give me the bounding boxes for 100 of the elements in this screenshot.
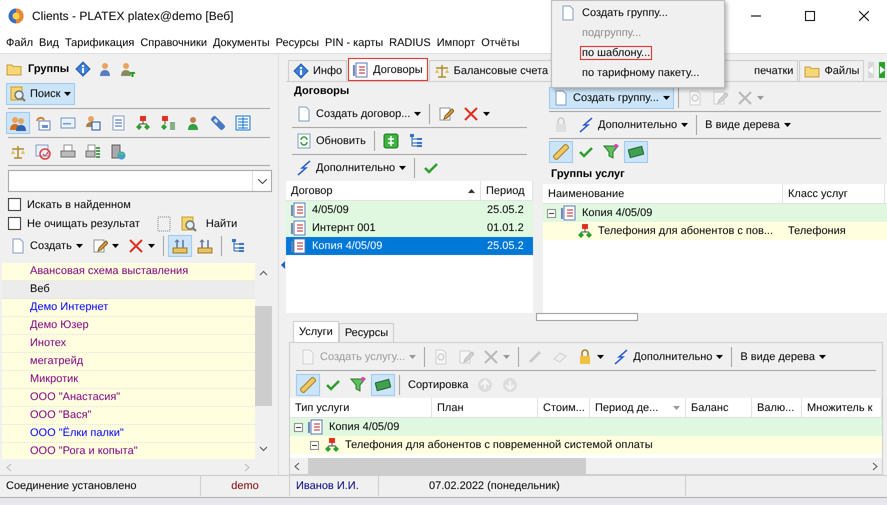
column-header[interactable]: Баланс [686, 398, 752, 417]
menu-item[interactable]: Создать группу... [552, 3, 724, 23]
column-header[interactable]: Наименование [543, 184, 783, 203]
list-item[interactable]: Демо Юзер [2, 317, 255, 336]
panel-title: Договоры [293, 84, 350, 99]
toolbar-button[interactable]: Создать договор... [292, 103, 426, 125]
list-item[interactable]: Авансовая схема выставления [2, 263, 255, 282]
pencil-icon [712, 90, 728, 106]
people-button[interactable] [6, 112, 30, 134]
tree-row[interactable]: Телефония для абонентов с повременной системой оплаты [290, 436, 882, 454]
caret-icon [409, 354, 416, 358]
toolbar-button[interactable]: Создать группу... [549, 87, 674, 109]
menu-item[interactable]: RADIUS [386, 36, 434, 48]
menu-item[interactable]: Импорт [434, 36, 478, 48]
tab[interactable]: Договоры [348, 58, 428, 81]
menu-item[interactable]: Тарификация [62, 36, 138, 48]
toolbar-button[interactable]: Дополнительно [574, 114, 692, 136]
hierarchy-icon [135, 114, 151, 131]
icon-button[interactable] [119, 60, 136, 77]
column-header[interactable]: Договор [286, 181, 481, 200]
caret-icon [597, 354, 604, 358]
device-button[interactable] [168, 235, 192, 258]
list-item[interactable]: ООО "Вася" [2, 407, 255, 426]
scroll-right-icon[interactable] [872, 462, 878, 470]
scales-icon [434, 63, 450, 79]
table-row[interactable]: Интернт 001 01.01.2 [286, 219, 533, 237]
column-header[interactable]: Тип услуги [290, 398, 432, 417]
cell-text: Копия 4/05/09 [312, 240, 382, 252]
caret-icon [148, 244, 155, 248]
list-item[interactable]: Микротик [2, 371, 255, 390]
report-icon [35, 144, 51, 160]
splitter-handle[interactable] [536, 313, 638, 321]
menu-item[interactable]: Документы [210, 36, 273, 48]
toolbar-button[interactable]: Дополнительно [609, 346, 728, 368]
list-item[interactable]: Веб [2, 281, 255, 300]
tree-row[interactable]: Копия 4/05/09 [290, 418, 882, 436]
scrollbar[interactable] [290, 458, 882, 474]
toolbar-button[interactable]: Дополнительно [292, 157, 410, 179]
hierarchy-icon [577, 223, 593, 239]
search-combo[interactable] [8, 170, 272, 192]
column-header[interactable]: Период [481, 181, 533, 200]
menu-item[interactable]: Ресурсы [272, 36, 322, 48]
scroll-right-button[interactable] [879, 62, 886, 78]
tab[interactable]: Балансовые счета [428, 60, 554, 81]
tab[interactable]: Ресурсы [338, 323, 394, 342]
contract-icon [291, 220, 307, 236]
scroll-left-icon[interactable] [294, 462, 300, 470]
column-header[interactable]: Класс услуг [783, 184, 885, 203]
toolbar-button[interactable]: В виде дерева [701, 114, 795, 136]
tab[interactable]: Услуги [293, 321, 339, 342]
collapse-icon[interactable] [294, 422, 303, 432]
table-row[interactable]: Копия 4/05/09 25.05.2 [286, 237, 533, 255]
banknote-button[interactable] [624, 141, 648, 163]
scroll-down-icon[interactable] [259, 444, 268, 454]
menu-item[interactable]: Справочники [137, 36, 210, 48]
column-header[interactable]: Стоим... [538, 398, 590, 417]
app-icon [8, 8, 24, 24]
collapse-icon[interactable] [310, 440, 319, 450]
ruler-button[interactable] [296, 374, 320, 396]
menu-item[interactable]: Вид [36, 36, 62, 48]
column-header[interactable]: План [432, 398, 538, 417]
checkbox[interactable] [8, 198, 21, 212]
refresh-icon [296, 133, 312, 149]
menu-item[interactable]: PIN - карты [322, 36, 386, 48]
checkbox-label: Не очищать результат [27, 218, 140, 230]
tree-row[interactable]: Телефония для абонентов с пов... Телефония [543, 222, 887, 240]
toolbar-button[interactable]: Создать [6, 235, 87, 258]
toolbar-button[interactable]: В виде дерева [736, 346, 830, 368]
document-icon [560, 5, 576, 21]
list-item[interactable]: мегатрейд [2, 353, 255, 372]
document-icon [296, 106, 312, 122]
list-item[interactable]: ООО "Ёлки палки" [2, 425, 255, 444]
banknote-button[interactable] [371, 374, 395, 396]
menu-item[interactable]: Файл [3, 36, 36, 48]
tree-row[interactable]: Копия 4/05/09 [543, 204, 887, 222]
column-header[interactable]: Множитель к [802, 398, 882, 417]
list-item[interactable]: Демо Интернет [2, 299, 255, 318]
collapse-icon[interactable] [547, 208, 556, 218]
tab[interactable]: Файлы [799, 60, 864, 81]
list-item[interactable]: Инотех [2, 335, 255, 354]
toolbar-button[interactable]: Сортировка [404, 374, 472, 396]
menu-item[interactable]: Отчёты [478, 36, 523, 48]
tab[interactable]: Инфо [288, 60, 348, 81]
table-row[interactable]: 4/05/09 25.05.2 [286, 201, 533, 219]
delete-icon [736, 90, 753, 106]
list-item[interactable]: ООО "Анастасия" [2, 389, 255, 408]
ruler-button[interactable] [549, 141, 573, 163]
icon-button[interactable] [75, 60, 92, 77]
menu-item[interactable]: по шаблону... [552, 43, 724, 63]
menu-item[interactable]: по тарифному пакету... [552, 63, 724, 83]
toolbar-button[interactable]: Поиск [6, 82, 76, 105]
toolbar-button[interactable]: Найти [202, 212, 242, 235]
collapse-arrow-icon[interactable] [280, 260, 284, 268]
column-header[interactable]: Период де... [590, 398, 686, 417]
search-icon [180, 216, 197, 232]
column-header[interactable]: Валю... [752, 398, 802, 417]
toolbar-button[interactable]: Обновить [292, 130, 370, 152]
checkbox[interactable] [8, 217, 21, 230]
checkbox-label: Искать в найденном [27, 198, 131, 211]
hierarchy-icon [324, 437, 340, 453]
